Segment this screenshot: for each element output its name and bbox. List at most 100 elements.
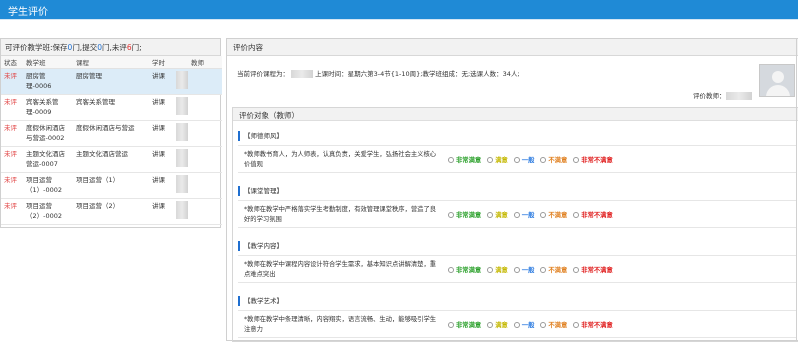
redacted-teacher: [176, 122, 188, 141]
criterion-title: 【教学内容】: [238, 241, 796, 251]
column-header: 学时: [149, 56, 173, 69]
redacted-teacher: [176, 96, 188, 115]
rating-option[interactable]: 一般: [513, 320, 535, 329]
redacted-teacher-name: [725, 92, 752, 100]
rating-option[interactable]: 非常满意: [448, 265, 481, 274]
question-row: *教师在教学中条理清晰，内容翔实，语言流畅、生动，能够吸引学生注意力 非常满意 满意…: [238, 310, 796, 338]
rating-option[interactable]: 非常不满意: [573, 265, 613, 274]
rating-option[interactable]: 不满意: [540, 320, 567, 329]
rating-label: 满意: [495, 267, 508, 274]
rating-option[interactable]: 满意: [487, 265, 508, 274]
summary-text: 门,提交: [72, 43, 98, 52]
rating-option[interactable]: 满意: [487, 155, 508, 164]
row-class: 宾客关系管理-0009: [23, 94, 73, 121]
radio-button[interactable]: [487, 322, 494, 328]
row-course: 项目运营（1）: [73, 172, 149, 199]
row-hours: 讲课: [149, 94, 173, 121]
rating-option[interactable]: 非常不满意: [573, 155, 613, 164]
rating-label: 非常满意: [456, 267, 482, 274]
radio-button[interactable]: [513, 322, 520, 328]
row-teacher: [173, 146, 222, 173]
table-row[interactable]: 未评 主题文化酒店营运-0007 主题文化酒店营运 讲课: [1, 146, 222, 173]
radio-button[interactable]: [573, 267, 580, 273]
rating-option[interactable]: 一般: [513, 265, 534, 274]
row-hours: 讲课: [149, 146, 173, 173]
evaluation-object-title: 评价对象（教师）: [233, 108, 798, 121]
rating-option[interactable]: 不满意: [540, 265, 567, 274]
course-summary: 可评价教学班:保存0门,提交0门,未评6门;: [1, 39, 220, 56]
row-status: 未评: [1, 94, 23, 121]
summary-text: 门;: [131, 43, 142, 52]
question-text: *教师教书育人，为人师表，认真负责，关爱学生，弘扬社会主义核心价值观: [244, 151, 437, 168]
radio-button[interactable]: [448, 267, 454, 273]
radio-button[interactable]: [573, 157, 580, 163]
rating-option[interactable]: 一般: [513, 155, 535, 164]
rating-option[interactable]: 不满意: [540, 210, 567, 219]
radio-button[interactable]: [513, 267, 520, 273]
radio-button[interactable]: [513, 212, 520, 218]
rating-label: 不满意: [548, 212, 568, 219]
row-hours: 讲课: [149, 120, 173, 147]
rating-option[interactable]: 非常满意: [448, 210, 481, 219]
radio-button[interactable]: [540, 267, 547, 273]
question-row: *教师在教学中课程内容设计符合学生需求，基本知识点讲解清楚，重点难点突出 非常满意…: [238, 255, 796, 283]
rating-option[interactable]: 满意: [487, 210, 508, 219]
table-row[interactable]: 未评 厨房管理-0006 厨房管理 讲课: [1, 68, 222, 95]
radio-button[interactable]: [448, 157, 454, 163]
radio-button[interactable]: [540, 212, 547, 218]
rating-option[interactable]: 不满意: [540, 155, 567, 164]
rating-label: 不满意: [548, 267, 568, 274]
rating-option[interactable]: 满意: [487, 320, 508, 329]
table-row[interactable]: 未评 宾客关系管理-0009 宾客关系管理 讲课: [1, 94, 222, 121]
rating-label: 非常不满意: [581, 212, 613, 219]
column-header: 教师: [173, 56, 222, 69]
rating-label: 一般: [521, 322, 535, 329]
rating-options: 非常满意 满意 一般 不满意 非常不满意: [448, 155, 619, 164]
summary-text: 可评价教学班:保存: [5, 43, 68, 52]
rating-options: 非常满意 满意 一般 不满意 非常不满意: [448, 210, 619, 219]
radio-button[interactable]: [487, 212, 494, 218]
rating-label: 非常满意: [456, 212, 482, 219]
course-table-header: 状态 教学班 课程 学时 教师: [1, 56, 222, 69]
course-list-panel: 可评价教学班:保存0门,提交0门,未评6门; 状态 教学班 课程 学时 教师 未…: [0, 38, 222, 228]
radio-button[interactable]: [448, 212, 454, 218]
radio-button[interactable]: [448, 322, 454, 328]
row-course: 宾客关系管理: [73, 94, 149, 121]
radio-button[interactable]: [487, 157, 494, 163]
row-class: 度假休闲酒店与营运-0002: [23, 120, 73, 147]
radio-button[interactable]: [573, 212, 580, 218]
row-hours: 讲课: [149, 198, 173, 225]
radio-button[interactable]: [540, 157, 547, 163]
column-header: 课程: [73, 56, 149, 69]
row-teacher: [173, 172, 222, 199]
redacted-teacher: [176, 200, 188, 219]
row-class: 主题文化酒店营运-0007: [23, 146, 73, 173]
course-info-detail: 上课时间：星期六第3-4节{1-10周};教学班组成：无;选课人数：34人;: [315, 70, 520, 78]
radio-button[interactable]: [540, 322, 547, 328]
rating-options: 非常满意 满意 一般 不满意 非常不满意: [448, 320, 619, 329]
row-course: 项目运营（2）: [73, 198, 149, 225]
rating-option[interactable]: 一般: [513, 210, 534, 219]
rating-label: 一般: [521, 157, 535, 164]
row-class: 项目运营（2）-0002: [23, 198, 73, 225]
row-teacher: [173, 68, 222, 95]
rating-label: 非常不满意: [581, 157, 613, 164]
criterion-title: 【师德师风】: [238, 131, 796, 141]
rating-option[interactable]: 非常满意: [448, 155, 481, 164]
rating-option[interactable]: 非常不满意: [573, 210, 613, 219]
table-row[interactable]: 未评 度假休闲酒店与营运-0002 度假休闲酒店与营运 讲课: [1, 120, 222, 147]
radio-button[interactable]: [513, 157, 520, 163]
summary-text: 门,未评: [101, 43, 127, 52]
table-row[interactable]: 未评 项目运营（1）-0002 项目运营（1） 讲课: [1, 172, 222, 199]
row-teacher: [173, 120, 222, 147]
radio-button[interactable]: [487, 267, 494, 273]
rating-option[interactable]: 非常满意: [448, 320, 481, 329]
rating-label: 非常满意: [456, 322, 482, 329]
table-row[interactable]: 未评 项目运营（2）-0002 项目运营（2） 讲课: [1, 198, 222, 225]
rating-label: 非常不满意: [581, 322, 613, 329]
radio-button[interactable]: [573, 322, 580, 328]
row-status: 未评: [1, 198, 23, 225]
column-header: 状态: [1, 56, 23, 69]
rating-option[interactable]: 非常不满意: [573, 320, 613, 329]
row-class: 项目运营（1）-0002: [23, 172, 73, 199]
